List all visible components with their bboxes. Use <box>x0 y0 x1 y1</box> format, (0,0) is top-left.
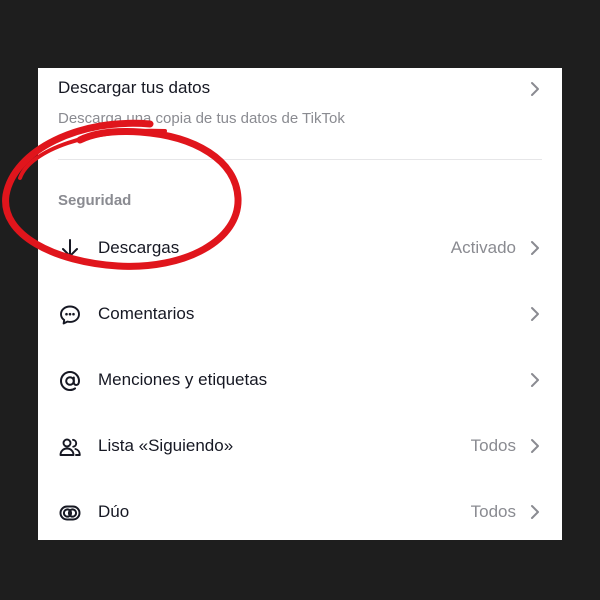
settings-panel: Descargar tus datos Descarga una copia d… <box>38 68 562 540</box>
settings-row-label: Lista «Siguiendo» <box>98 436 234 455</box>
settings-row-label: Menciones y etiquetas <box>98 370 268 389</box>
chevron-right-icon <box>531 505 539 519</box>
settings-row-value: Todos <box>470 436 516 455</box>
settings-row-downloads[interactable]: Descargas Activado <box>38 225 562 273</box>
settings-row-label: Dúo <box>98 502 130 521</box>
people-icon <box>59 438 81 456</box>
section-divider <box>58 159 542 160</box>
settings-row-mentions[interactable]: Menciones y etiquetas <box>38 357 562 405</box>
duet-icon <box>59 505 81 521</box>
comment-icon <box>60 305 80 325</box>
settings-row-label: Comentarios <box>98 304 195 323</box>
chevron-right-icon <box>531 439 539 453</box>
settings-row-comments[interactable]: Comentarios <box>38 291 562 339</box>
chevron-right-icon <box>531 373 539 387</box>
section-header-security: Seguridad <box>58 192 132 209</box>
settings-row-duet[interactable]: Dúo Todos <box>38 489 562 537</box>
settings-row-value: Todos <box>470 502 516 521</box>
download-icon <box>61 239 79 259</box>
chevron-right-icon <box>531 241 539 255</box>
settings-row-label: Descargas <box>98 238 180 257</box>
download-data-subtitle: Descarga una copia de tus datos de TikTo… <box>58 110 345 127</box>
chevron-right-icon <box>531 307 539 321</box>
settings-row-following-list[interactable]: Lista «Siguiendo» Todos <box>38 423 562 471</box>
download-data-title: Descargar tus datos <box>58 78 211 97</box>
chevron-right-icon <box>531 82 539 96</box>
at-sign-icon <box>59 370 81 392</box>
settings-row-value: Activado <box>450 238 516 257</box>
download-data-row[interactable]: Descargar tus datos Descarga una copia d… <box>38 68 562 142</box>
